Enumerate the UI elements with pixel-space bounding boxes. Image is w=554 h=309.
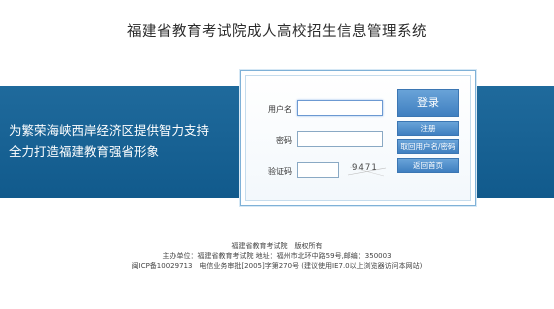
home-button[interactable]: 返回首页 [397,158,459,173]
slogan-line-1: 为繁荣海峡西岸经济区提供智力支持 [9,123,210,138]
footer: 福建省教育考试院 版权所有 主办单位：福建省教育考试院 地址：福州市北环中路59… [0,241,554,271]
banner-slogan: 为繁荣海峡西岸经济区提供智力支持 全力打造福建教育强省形象 [9,120,209,162]
page-title: 福建省教育考试院成人高校招生信息管理系统 [127,24,427,40]
username-input[interactable] [297,100,383,116]
captcha-image[interactable]: 9471 [346,163,390,179]
login-button[interactable]: 登录 [397,89,459,117]
footer-copyright: 福建省教育考试院 版权所有 [231,242,323,250]
captcha-text: 9471 [352,163,378,173]
slogan-line-2: 全力打造福建教育强省形象 [9,144,160,159]
footer-organizer: 主办单位：福建省教育考试院 地址：福州市北环中路59号,邮编：350003 [162,252,392,260]
login-panel: 用户名 密码 验证码 9471 登录 注册 取回用户名/密码 返回首页 [240,70,476,206]
register-button[interactable]: 注册 [397,121,459,136]
password-label: 密码 [276,136,292,145]
captcha-input[interactable] [297,162,339,178]
captcha-label: 验证码 [268,167,292,176]
password-input[interactable] [297,131,383,147]
footer-icp: 闽ICP备10029713 电信业务审批[2005]字第270号 (建议使用IE… [131,262,423,270]
retrieve-password-button[interactable]: 取回用户名/密码 [397,139,459,154]
login-form: 用户名 密码 验证码 9471 登录 注册 取回用户名/密码 返回首页 [245,75,471,201]
username-label: 用户名 [268,105,292,114]
